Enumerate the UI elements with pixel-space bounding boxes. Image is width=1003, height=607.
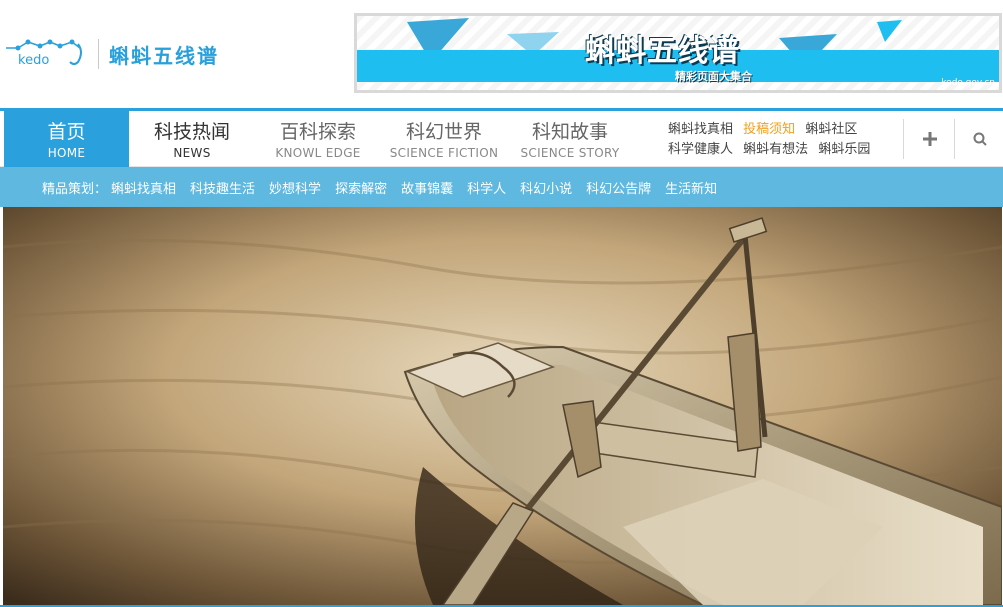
subnav-item[interactable]: 蝌蚪找真相 xyxy=(111,178,176,197)
logo-text: kedo xyxy=(18,53,50,68)
subnav-item[interactable]: 探索解密 xyxy=(335,178,387,197)
subnav-label: 精品策划： xyxy=(42,182,108,197)
featured-subnav: 精品策划： 蝌蚪找真相 科技趣生活 妙想科学 探索解密 故事锦囊 科学人 科幻小… xyxy=(0,167,1003,207)
subnav-item[interactable]: 科幻小说 xyxy=(520,178,572,197)
nav-item-sublabel: HOME xyxy=(47,146,86,160)
main-nav: 首页 HOME 科技热闻 NEWS 百科探索 KNOWL EDGE 科幻世界 S… xyxy=(0,111,1003,167)
nav-item-label: 科幻世界 xyxy=(405,121,482,143)
nav-divider xyxy=(903,119,904,159)
nav-item-sublabel: SCIENCE FICTION xyxy=(389,146,499,160)
nav-item-label: 百科探索 xyxy=(279,121,356,143)
logo-site-name: 蝌蚪五线谱 xyxy=(109,43,219,68)
subnav-item[interactable]: 生活新知 xyxy=(665,178,717,197)
logo-divider xyxy=(98,39,99,69)
quick-link-playground[interactable]: 蝌蚪乐园 xyxy=(818,142,870,157)
nav-item-news[interactable]: 科技热闻 NEWS xyxy=(129,111,255,167)
banner-subtitle: 精彩页面大集合 xyxy=(675,70,752,83)
quick-link-submission[interactable]: 投稿须知 xyxy=(743,122,795,137)
nav-item-label: 科知故事 xyxy=(531,121,608,143)
search-icon xyxy=(973,132,987,146)
quick-link-community[interactable]: 蝌蚪社区 xyxy=(805,122,857,137)
quick-link-health[interactable]: 科学健康人 xyxy=(668,142,733,157)
nav-item-label: 科技热闻 xyxy=(153,121,230,143)
nav-divider xyxy=(954,119,955,159)
quick-link-find-truth[interactable]: 蝌蚪找真相 xyxy=(668,122,733,137)
nav-item-knowledge[interactable]: 百科探索 KNOWL EDGE xyxy=(255,111,381,167)
subnav-item[interactable]: 妙想科学 xyxy=(269,178,321,197)
hero-image[interactable] xyxy=(3,207,1002,605)
nav-item-sublabel: NEWS xyxy=(173,146,211,160)
site-logo[interactable]: kedo 蝌蚪五线谱 xyxy=(4,34,264,74)
nav-item-home[interactable]: 首页 HOME xyxy=(4,111,129,167)
nav-item-science-story[interactable]: 科知故事 SCIENCE STORY xyxy=(507,111,633,167)
subnav-item[interactable]: 科幻公告牌 xyxy=(586,178,651,197)
nav-item-sublabel: KNOWL EDGE xyxy=(275,146,361,160)
site-header: kedo 蝌蚪五线谱 蝌蚪五线谱 精彩页面大集合 kedo.gov.cn xyxy=(0,0,1003,108)
quick-links: 蝌蚪找真相 投稿须知 蝌蚪社区 科学健康人 蝌蚪有想法 蝌蚪乐园 xyxy=(668,120,898,160)
nav-item-science-fiction[interactable]: 科幻世界 SCIENCE FICTION xyxy=(381,111,507,167)
search-button[interactable] xyxy=(956,119,1003,159)
subnav-item[interactable]: 科学人 xyxy=(467,178,506,197)
kedo-logo-mark: kedo xyxy=(4,34,90,74)
quick-link-ideas[interactable]: 蝌蚪有想法 xyxy=(743,142,808,157)
banner-url: kedo.gov.cn xyxy=(941,78,995,88)
subnav-item[interactable]: 科技趣生活 xyxy=(190,178,255,197)
nav-item-label: 首页 xyxy=(47,121,86,143)
header-banner[interactable]: 蝌蚪五线谱 精彩页面大集合 kedo.gov.cn xyxy=(354,13,1002,93)
plus-icon xyxy=(923,132,937,146)
nav-item-sublabel: SCIENCE STORY xyxy=(520,146,620,160)
subnav-item[interactable]: 故事锦囊 xyxy=(401,178,453,197)
plus-button[interactable] xyxy=(906,119,954,159)
